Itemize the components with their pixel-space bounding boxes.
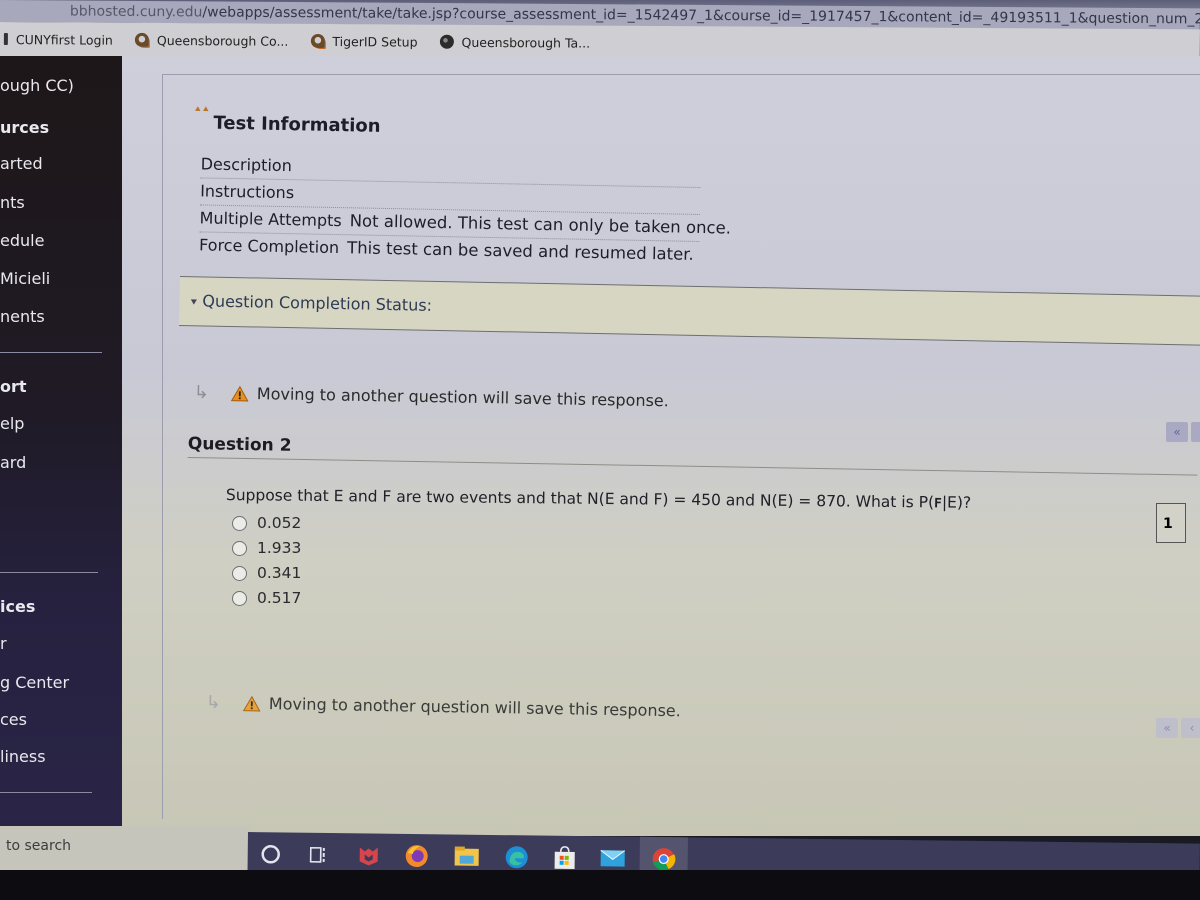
radio-button[interactable] — [232, 590, 247, 606]
answer-option-label: 0.052 — [257, 514, 302, 532]
bookmark-label: Queensborough Co... — [156, 32, 289, 49]
sidebar-item-blackboard[interactable]: ard — [0, 453, 26, 472]
question-text-end: |E)? — [941, 493, 972, 512]
sidebar-item-assignments[interactable]: nents — [0, 307, 45, 326]
return-arrow-icon: ↳ — [193, 382, 210, 404]
monitor-bezel — [0, 870, 1200, 900]
edge-icon[interactable] — [504, 844, 530, 870]
answer-option[interactable]: 0.517 — [232, 589, 301, 607]
answer-option-label: 0.517 — [257, 589, 302, 607]
sidebar-heading-services: ices — [0, 597, 36, 616]
sidebar-divider — [0, 792, 92, 793]
test-info-value: Not allowed. This test can only be taken… — [349, 211, 732, 238]
bookmark-label: CUNYfirst Login — [15, 31, 113, 48]
expand-chevron-icon: ⯆ — [189, 296, 199, 310]
answer-option[interactable]: 0.341 — [232, 564, 301, 582]
test-info-label: Instructions — [199, 181, 295, 203]
test-information-title: Test Information — [213, 112, 381, 137]
bookmark-label: Queensborough Ta... — [461, 34, 591, 51]
sidebar-item-help[interactable]: elp — [0, 414, 24, 433]
taskbar-search-placeholder: to search — [6, 838, 72, 854]
answer-option[interactable]: 1.933 — [232, 539, 301, 557]
test-info-label: Multiple Attempts — [199, 208, 342, 231]
bookmark-cunyfirst-login[interactable]: CUNYfirst Login — [3, 31, 113, 48]
task-view-icon[interactable] — [306, 842, 332, 868]
sidebar-item-instructor[interactable]: Micieli — [0, 269, 50, 288]
mcafee-icon[interactable] — [356, 842, 382, 868]
answer-option-label: 0.341 — [257, 564, 302, 582]
question-completion-status-toggle[interactable]: ⯆ Question Completion Status: — [189, 291, 433, 315]
sidebar-item-services[interactable]: ces — [0, 710, 27, 729]
sidebar-item-learning-center[interactable]: g Center — [0, 673, 69, 692]
sidebar-item-getting-started[interactable]: arted — [0, 154, 43, 173]
test-info-label: Force Completion — [198, 235, 340, 258]
mail-icon[interactable] — [600, 845, 626, 871]
first-question-button[interactable]: « — [1156, 718, 1178, 738]
warning-icon — [242, 695, 261, 711]
test-info-label: Description — [200, 154, 292, 176]
bookmark-tigerid-setup[interactable]: TigerID Setup — [310, 33, 418, 50]
first-question-button[interactable]: « — [1166, 422, 1188, 442]
sidebar-divider — [0, 572, 98, 573]
sidebar-divider — [0, 352, 102, 353]
bookmark-queensborough-co[interactable]: Queensborough Co... — [134, 32, 289, 49]
main-content: ⯅⯅ Test Information Description Instruct… — [122, 56, 1200, 836]
browser-address-bar: bbhosted.cuny.edu/webapps/assessment/tak… — [0, 0, 1200, 31]
firefox-icon[interactable] — [404, 843, 430, 869]
return-arrow-icon: ↳ — [205, 692, 222, 714]
warning-icon — [230, 385, 249, 401]
bookmark-queensborough-ta[interactable]: Queensborough Ta... — [439, 34, 591, 51]
sidebar-heading-resources: urces — [0, 118, 50, 137]
question-nav-top: « ‹ — [1166, 422, 1200, 442]
radio-button[interactable] — [232, 565, 247, 581]
sidebar-heading-support: ort — [0, 377, 27, 396]
page-icon — [3, 33, 8, 46]
taskbar-search-box[interactable]: to search — [0, 826, 250, 870]
course-sidebar: ough CC) urces arted nts edule Micieli n… — [0, 56, 122, 836]
sidebar-course-title: ough CC) — [0, 76, 74, 95]
collapse-chevron-icon[interactable]: ⯅⯅ — [194, 104, 210, 115]
chrome-icon[interactable] — [651, 846, 677, 872]
test-info-value: This test can be saved and resumed later… — [346, 238, 694, 264]
previous-question-button[interactable]: ‹ — [1191, 422, 1200, 442]
globe-icon — [439, 34, 454, 49]
question-completion-status-label: Question Completion Status: — [202, 291, 433, 315]
question-number-box: 1 — [1156, 503, 1186, 543]
file-explorer-icon[interactable] — [454, 844, 480, 870]
url-host: bbhosted.cuny.edu — [69, 3, 203, 21]
bookmark-label: TigerID Setup — [332, 33, 418, 50]
answer-option-label: 1.933 — [257, 539, 302, 557]
qcc-icon — [310, 33, 325, 48]
previous-question-button[interactable]: ‹ — [1181, 718, 1200, 738]
sidebar-item-readiness[interactable]: liness — [0, 747, 46, 766]
radio-button[interactable] — [232, 515, 247, 531]
answer-option[interactable]: 0.052 — [232, 514, 301, 532]
sidebar-item-schedule[interactable]: edule — [0, 231, 44, 250]
sidebar-item-r[interactable]: r — [0, 634, 7, 653]
store-icon[interactable] — [552, 845, 578, 871]
question-text-event: F — [933, 496, 942, 512]
question-nav-bottom: « ‹ — [1156, 718, 1200, 738]
screen: bbhosted.cuny.edu/webapps/assessment/tak… — [0, 0, 1200, 900]
qcc-icon — [134, 32, 149, 47]
cortana-icon[interactable] — [258, 841, 284, 867]
radio-button[interactable] — [232, 540, 247, 556]
sidebar-item-announcements[interactable]: nts — [0, 193, 25, 212]
